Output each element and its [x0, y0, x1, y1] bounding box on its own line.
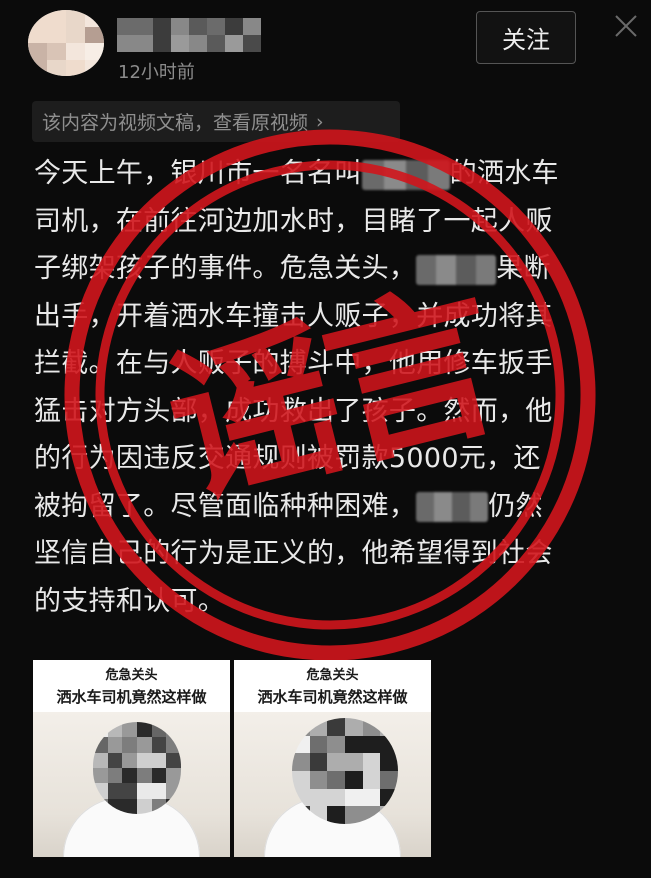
video-thumbnail[interactable]: 危急关头 洒水车司机竟然这样做 [33, 660, 230, 857]
article-line: 司机，在前往河边加水时，目睹了一起人贩 [34, 198, 634, 246]
video-thumbnail[interactable]: 危急关头 洒水车司机竟然这样做 [234, 660, 431, 857]
article-text: 仍然 [488, 490, 543, 522]
article-line: 的行为因违反交通规则被罚款5000元，还 [34, 435, 634, 483]
article-line: 的支持和认可。 [34, 578, 634, 626]
article-text: 子绑架孩子的事件。危急关头， [34, 253, 417, 284]
article-line: 出手，开着洒水车撞击人贩子，并成功将其 [34, 293, 634, 341]
article-text: 的行为因违反交通规则被罚款5000元，还 [34, 443, 541, 474]
chevron-right-icon: › [316, 110, 324, 133]
pixelated-face [93, 722, 181, 814]
pixelated-face [292, 718, 398, 824]
article-body: 今天上午，银川市一名名叫 的洒水车 司机，在前往河边加水时，目睹了一起人贩 子绑架孩子… [34, 150, 634, 625]
username-pixelated[interactable] [117, 18, 261, 52]
view-original-video-link[interactable]: 该内容为视频文稿，查看原视频 › [32, 101, 400, 142]
article-line: 拦截。在与人贩子的搏斗中，他用修车扳手 [34, 340, 634, 388]
article-line: 猛击对方头部，成功救出了孩子。然而，他 [34, 388, 634, 436]
post-timestamp: 12小时前 [118, 62, 195, 83]
thumbnail-caption-2: 洒水车司机竟然这样做 [257, 688, 408, 706]
thumbnail-caption-1: 危急关头 [105, 668, 158, 683]
redacted-name [416, 254, 497, 285]
article-text: 猛击对方头部，成功救出了孩子。然而，他 [34, 395, 553, 427]
redacted-name [361, 159, 450, 190]
article-text: 的洒水车 [449, 158, 559, 189]
article-text: 拦截。在与人贩子的搏斗中，他用修车扳手 [34, 348, 553, 379]
article-text: 今天上午，银川市一名名叫 [34, 158, 362, 189]
follow-button[interactable]: 关注 [476, 11, 576, 64]
thumbnail-caption-2: 洒水车司机竟然这样做 [56, 688, 207, 706]
close-icon[interactable] [612, 12, 640, 40]
article-line: 被拘留了。尽管面临种种困难， 仍然 [34, 483, 634, 531]
video-bar-label: 该内容为视频文稿，查看原视频 [42, 112, 309, 134]
article-text: 坚信自己的行为是正义的，他希望得到社会 [34, 538, 553, 569]
article-text: 司机，在前往河边加水时，目睹了一起人贩 [34, 205, 553, 237]
article-text: 出手，开着洒水车撞击人贩子，并成功将其 [34, 300, 553, 332]
article-text: 的支持和认可。 [34, 585, 226, 617]
article-line: 子绑架孩子的事件。危急关头， 果断 [34, 245, 634, 293]
article-text: 被拘留了。尽管面临种种困难， [34, 490, 417, 522]
article-line: 今天上午，银川市一名名叫 的洒水车 [34, 150, 634, 198]
thumbnail-caption-1: 危急关头 [306, 668, 359, 683]
article-line: 坚信自己的行为是正义的，他希望得到社会 [34, 530, 634, 578]
avatar[interactable] [28, 10, 104, 76]
article-text: 果断 [496, 253, 551, 284]
redacted-name [416, 492, 489, 522]
